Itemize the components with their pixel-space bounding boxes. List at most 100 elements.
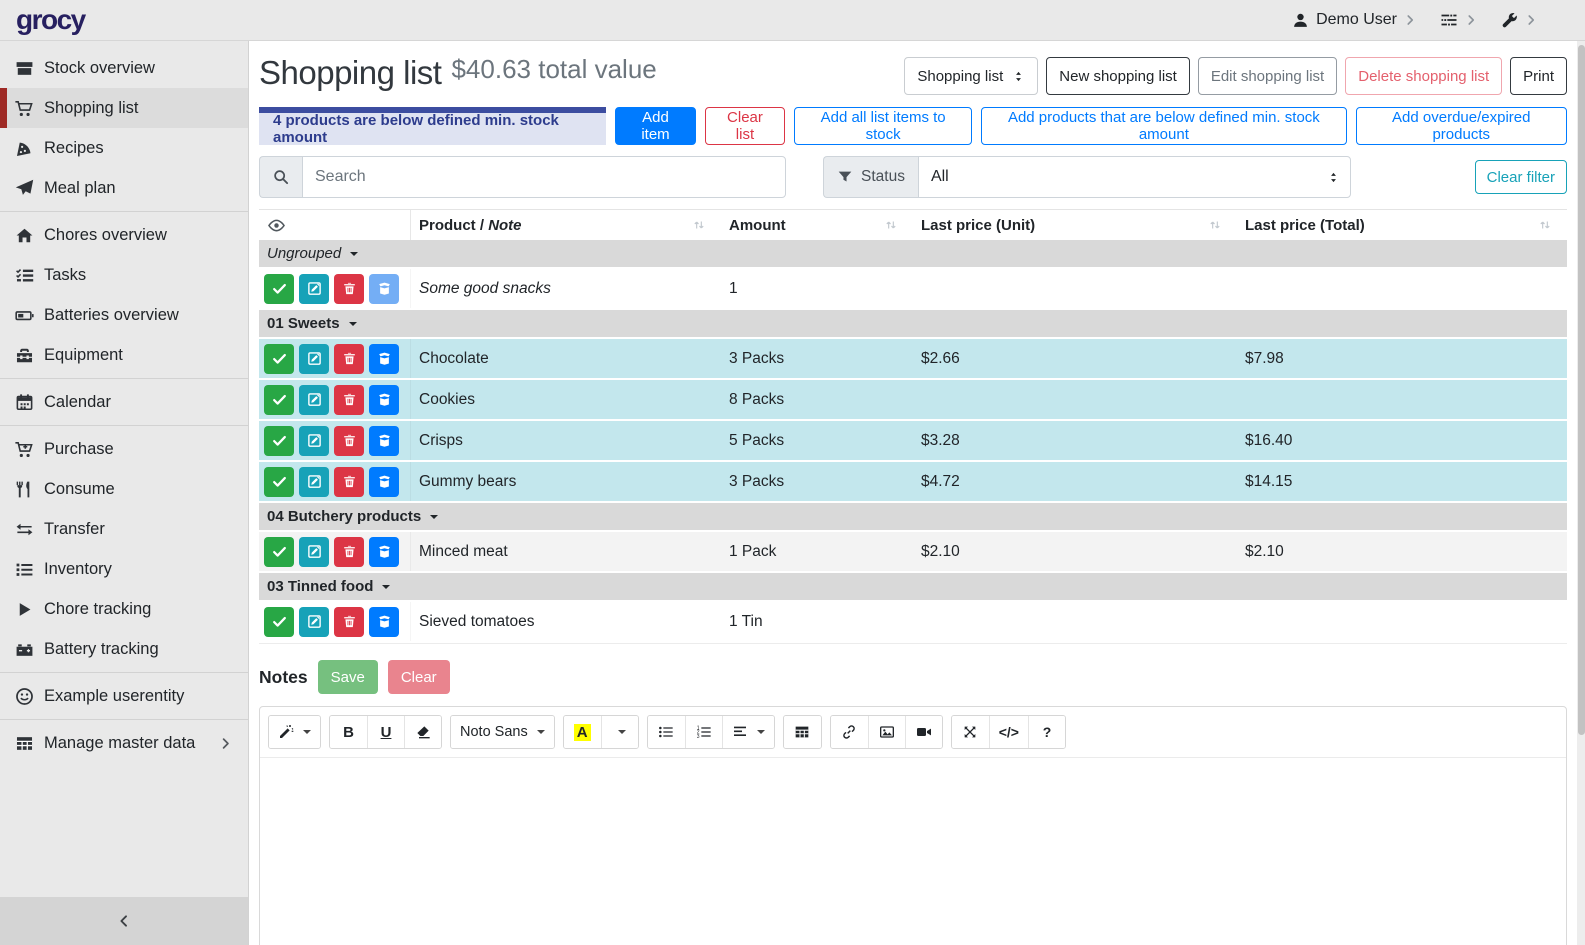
sidebar-item-consume[interactable]: Consume [0, 469, 248, 509]
unit-price-column-header[interactable]: Last price (Unit) [913, 210, 1237, 240]
sidebar-item-purchase[interactable]: Purchase [0, 429, 248, 469]
settings-menu[interactable] [1440, 11, 1477, 29]
product-overview-button[interactable] [369, 274, 399, 304]
sidebar-collapse-button[interactable] [0, 897, 248, 945]
clear-formatting-button[interactable] [404, 716, 441, 748]
delete-item-button[interactable] [334, 467, 364, 497]
add-below-min-stock-button[interactable]: Add products that are below defined min.… [981, 107, 1346, 145]
sidebar-item-chores-overview[interactable]: Chores overview [0, 215, 248, 255]
sidebar-item-transfer[interactable]: Transfer [0, 509, 248, 549]
insert-video-button[interactable] [905, 716, 942, 748]
sidebar-item-inventory[interactable]: Inventory [0, 549, 248, 589]
eye-icon[interactable] [267, 216, 286, 235]
edit-shopping-list-button[interactable]: Edit shopping list [1198, 57, 1337, 95]
sidebar-item-stock-overview[interactable]: Stock overview [0, 48, 248, 88]
product-overview-button[interactable] [369, 467, 399, 497]
done-button[interactable] [264, 344, 294, 374]
new-shopping-list-button[interactable]: New shopping list [1046, 57, 1190, 95]
group-row-ungrouped[interactable]: Ungrouped [259, 240, 1567, 269]
product-overview-button[interactable] [369, 537, 399, 567]
delete-item-button[interactable] [334, 344, 364, 374]
edit-item-button[interactable] [299, 537, 329, 567]
delete-shopping-list-button[interactable]: Delete shopping list [1345, 57, 1502, 95]
done-button[interactable] [264, 385, 294, 415]
amount-column-header[interactable]: Amount [721, 210, 913, 240]
sidebar-item-tasks[interactable]: Tasks [0, 255, 248, 295]
notes-editor-content[interactable] [260, 758, 1566, 945]
sidebar-item-calendar[interactable]: Calendar [0, 382, 248, 422]
ordered-list-button[interactable] [685, 716, 722, 748]
done-button[interactable] [264, 537, 294, 567]
underline-button[interactable]: U [367, 716, 404, 748]
edit-item-button[interactable] [299, 607, 329, 637]
sort-icon[interactable] [692, 218, 706, 232]
shopping-list-row: Some good snacks1 [259, 269, 1567, 310]
clear-notes-button[interactable]: Clear [388, 660, 450, 694]
insert-picture-button[interactable] [868, 716, 905, 748]
delete-item-button[interactable] [334, 537, 364, 567]
app-logo[interactable]: grocy [16, 4, 85, 36]
total-price-column-header[interactable]: Last price (Total) [1237, 210, 1567, 240]
edit-item-button[interactable] [299, 426, 329, 456]
product-overview-button[interactable] [369, 385, 399, 415]
sidebar-item-manage-master-data[interactable]: Manage master data [0, 723, 248, 763]
insert-link-button[interactable] [831, 716, 868, 748]
product-column-header[interactable]: Product / Note [411, 210, 721, 240]
admin-menu[interactable] [1501, 12, 1537, 29]
delete-item-button[interactable] [334, 274, 364, 304]
product-overview-button[interactable] [369, 426, 399, 456]
sort-icon[interactable] [1208, 218, 1222, 232]
search-input[interactable] [302, 156, 786, 198]
sort-icon[interactable] [1538, 218, 1552, 232]
user-menu[interactable]: Demo User [1292, 11, 1416, 29]
sidebar-item-batteries-overview[interactable]: Batteries overview [0, 295, 248, 335]
group-row-03-tinned-food[interactable]: 03 Tinned food [259, 573, 1567, 602]
paragraph-style-button[interactable] [722, 716, 774, 748]
add-overdue-button[interactable]: Add overdue/expired products [1356, 107, 1568, 145]
fullscreen-button[interactable] [952, 716, 989, 748]
sidebar-item-example-userentity[interactable]: Example userentity [0, 676, 248, 716]
delete-item-button[interactable] [334, 426, 364, 456]
sidebar-item-battery-tracking[interactable]: Battery tracking [0, 629, 248, 669]
clear-list-button[interactable]: Clear list [705, 107, 785, 145]
scrollbar-thumb[interactable] [1578, 45, 1585, 735]
done-button[interactable] [264, 607, 294, 637]
insert-table-button[interactable] [784, 716, 821, 748]
font-color-button[interactable]: A [564, 716, 601, 748]
font-family-button[interactable]: Noto Sans [451, 716, 554, 748]
edit-item-button[interactable] [299, 467, 329, 497]
print-button[interactable]: Print [1510, 57, 1567, 95]
add-all-to-stock-button[interactable]: Add all list items to stock [794, 107, 972, 145]
save-notes-button[interactable]: Save [318, 660, 378, 694]
edit-item-button[interactable] [299, 344, 329, 374]
sidebar-item-meal-plan[interactable]: Meal plan [0, 168, 248, 208]
status-filter-select[interactable]: All [918, 156, 1351, 198]
sidebar-item-recipes[interactable]: Recipes [0, 128, 248, 168]
edit-item-button[interactable] [299, 385, 329, 415]
group-row-04-butchery-products[interactable]: 04 Butchery products [259, 503, 1567, 532]
add-item-button[interactable]: Add item [615, 107, 696, 145]
font-color-dropdown-button[interactable] [601, 716, 638, 748]
product-overview-button[interactable] [369, 607, 399, 637]
delete-item-button[interactable] [334, 385, 364, 415]
help-button[interactable]: ? [1028, 716, 1065, 748]
bold-button[interactable]: B [330, 716, 367, 748]
done-button[interactable] [264, 467, 294, 497]
scrollbar[interactable] [1577, 41, 1585, 945]
user-name: Demo User [1316, 11, 1397, 29]
sort-icon[interactable] [884, 218, 898, 232]
group-row-01-sweets[interactable]: 01 Sweets [259, 310, 1567, 339]
clear-filter-button[interactable]: Clear filter [1475, 160, 1567, 194]
unordered-list-button[interactable] [648, 716, 685, 748]
done-button[interactable] [264, 274, 294, 304]
edit-item-button[interactable] [299, 274, 329, 304]
done-button[interactable] [264, 426, 294, 456]
code-view-button[interactable]: </> [989, 716, 1028, 748]
sidebar-item-equipment[interactable]: Equipment [0, 335, 248, 375]
sidebar-item-shopping-list[interactable]: Shopping list [0, 88, 248, 128]
sidebar-item-chore-tracking[interactable]: Chore tracking [0, 589, 248, 629]
product-overview-button[interactable] [369, 344, 399, 374]
style-button[interactable] [269, 716, 320, 748]
shopping-list-select[interactable]: Shopping list [904, 57, 1038, 95]
delete-item-button[interactable] [334, 607, 364, 637]
